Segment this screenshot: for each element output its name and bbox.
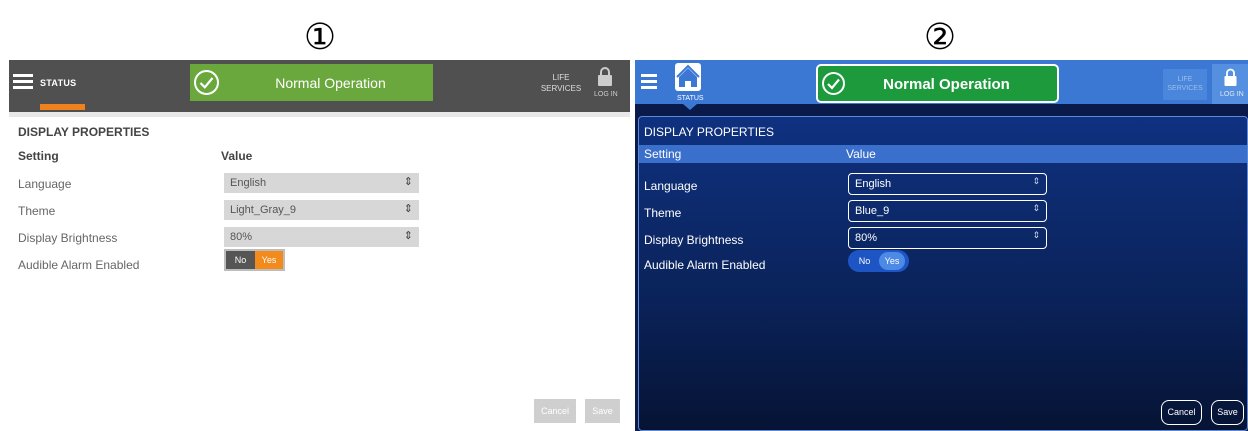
toggle-yes[interactable]: Yes (879, 252, 905, 270)
banner-text: Normal Operation (275, 75, 386, 91)
save-button[interactable]: Save (1211, 400, 1244, 425)
section-title: DISPLAY PROPERTIES (18, 125, 150, 139)
status-tab[interactable]: STATUS (40, 78, 76, 88)
status-tab-indicator (40, 104, 85, 110)
brightness-select[interactable]: 80% ⇕ (848, 227, 1047, 249)
select-arrows-icon: ⇕ (403, 202, 413, 215)
lock-icon (1224, 68, 1237, 86)
lock-icon[interactable] (597, 66, 613, 86)
marker-2: ② (923, 17, 957, 58)
toggle-no[interactable]: No (850, 256, 879, 266)
log-in-label[interactable]: LOG IN (594, 91, 618, 98)
display-properties-content: DISPLAY PROPERTIES Setting Value Languag… (9, 117, 630, 431)
select-arrows-icon: ⇕ (403, 175, 413, 188)
toggle-no[interactable]: No (226, 251, 255, 269)
home-icon[interactable] (675, 63, 701, 91)
language-label: Language (644, 179, 698, 193)
hamburger-icon[interactable] (13, 74, 33, 90)
banner-text: Normal Operation (883, 76, 1010, 93)
language-label: Language (18, 177, 72, 191)
theme-label: Theme (644, 206, 682, 220)
status-banner[interactable]: Normal Operation (190, 64, 433, 101)
select-arrows-icon: ⇕ (1032, 231, 1040, 241)
marker-1: ① (303, 17, 337, 58)
alarm-label: Audible Alarm Enabled (644, 258, 766, 272)
select-arrows-icon: ⇕ (403, 229, 413, 242)
brightness-value: 80% (855, 232, 878, 244)
life-services-button[interactable]: LIFE SERVICES (537, 72, 585, 94)
language-value: English (230, 177, 267, 189)
log-in-label: LOG IN (1220, 91, 1244, 98)
blue-theme-panel: STATUS Normal Operation LIFE SERVICES LO… (635, 60, 1248, 431)
display-properties-content: DISPLAY PROPERTIES Setting Value Languag… (638, 116, 1248, 431)
setting-header: Setting (18, 149, 59, 163)
status-tab-indicator (683, 104, 697, 110)
status-tab[interactable]: STATUS (677, 95, 704, 102)
cancel-button[interactable]: Cancel (1161, 400, 1202, 425)
theme-label: Theme (18, 204, 56, 218)
table-header-bar (639, 145, 1247, 163)
value-header: Value (221, 149, 253, 163)
brightness-value: 80% (230, 231, 253, 243)
brightness-select[interactable]: 80% ⇕ (224, 227, 419, 247)
hamburger-icon[interactable] (641, 74, 657, 89)
save-button[interactable]: Save (585, 399, 620, 423)
theme-value: Blue_9 (855, 205, 890, 217)
theme-value: Light_Gray_9 (230, 204, 297, 216)
alarm-toggle[interactable]: No Yes (848, 250, 909, 272)
toggle-yes[interactable]: Yes (255, 251, 283, 269)
log-in-button[interactable]: LOG IN (1212, 64, 1248, 104)
top-bar: STATUS Normal Operation LIFE SERVICES LO… (635, 60, 1248, 104)
light-theme-panel: STATUS Normal Operation LIFE SERVICES LO… (9, 60, 630, 431)
value-header: Value (846, 147, 876, 161)
section-title: DISPLAY PROPERTIES (644, 125, 775, 139)
setting-header: Setting (644, 147, 682, 161)
status-banner[interactable]: Normal Operation (816, 64, 1059, 103)
language-value: English (855, 178, 892, 190)
alarm-label: Audible Alarm Enabled (18, 258, 140, 272)
cancel-button[interactable]: Cancel (534, 399, 576, 423)
alarm-toggle[interactable]: No Yes (224, 249, 285, 271)
top-bar: STATUS Normal Operation LIFE SERVICES LO… (9, 60, 630, 112)
language-select[interactable]: English ⇕ (224, 173, 419, 193)
select-arrows-icon: ⇕ (1032, 177, 1040, 187)
language-select[interactable]: English ⇕ (848, 173, 1047, 195)
life-services-button[interactable]: LIFE SERVICES (1163, 69, 1207, 100)
brightness-label: Display Brightness (18, 231, 118, 245)
brightness-label: Display Brightness (644, 233, 744, 247)
theme-select[interactable]: Light_Gray_9 ⇕ (224, 200, 419, 220)
select-arrows-icon: ⇕ (1032, 204, 1040, 214)
theme-select[interactable]: Blue_9 ⇕ (848, 200, 1047, 222)
